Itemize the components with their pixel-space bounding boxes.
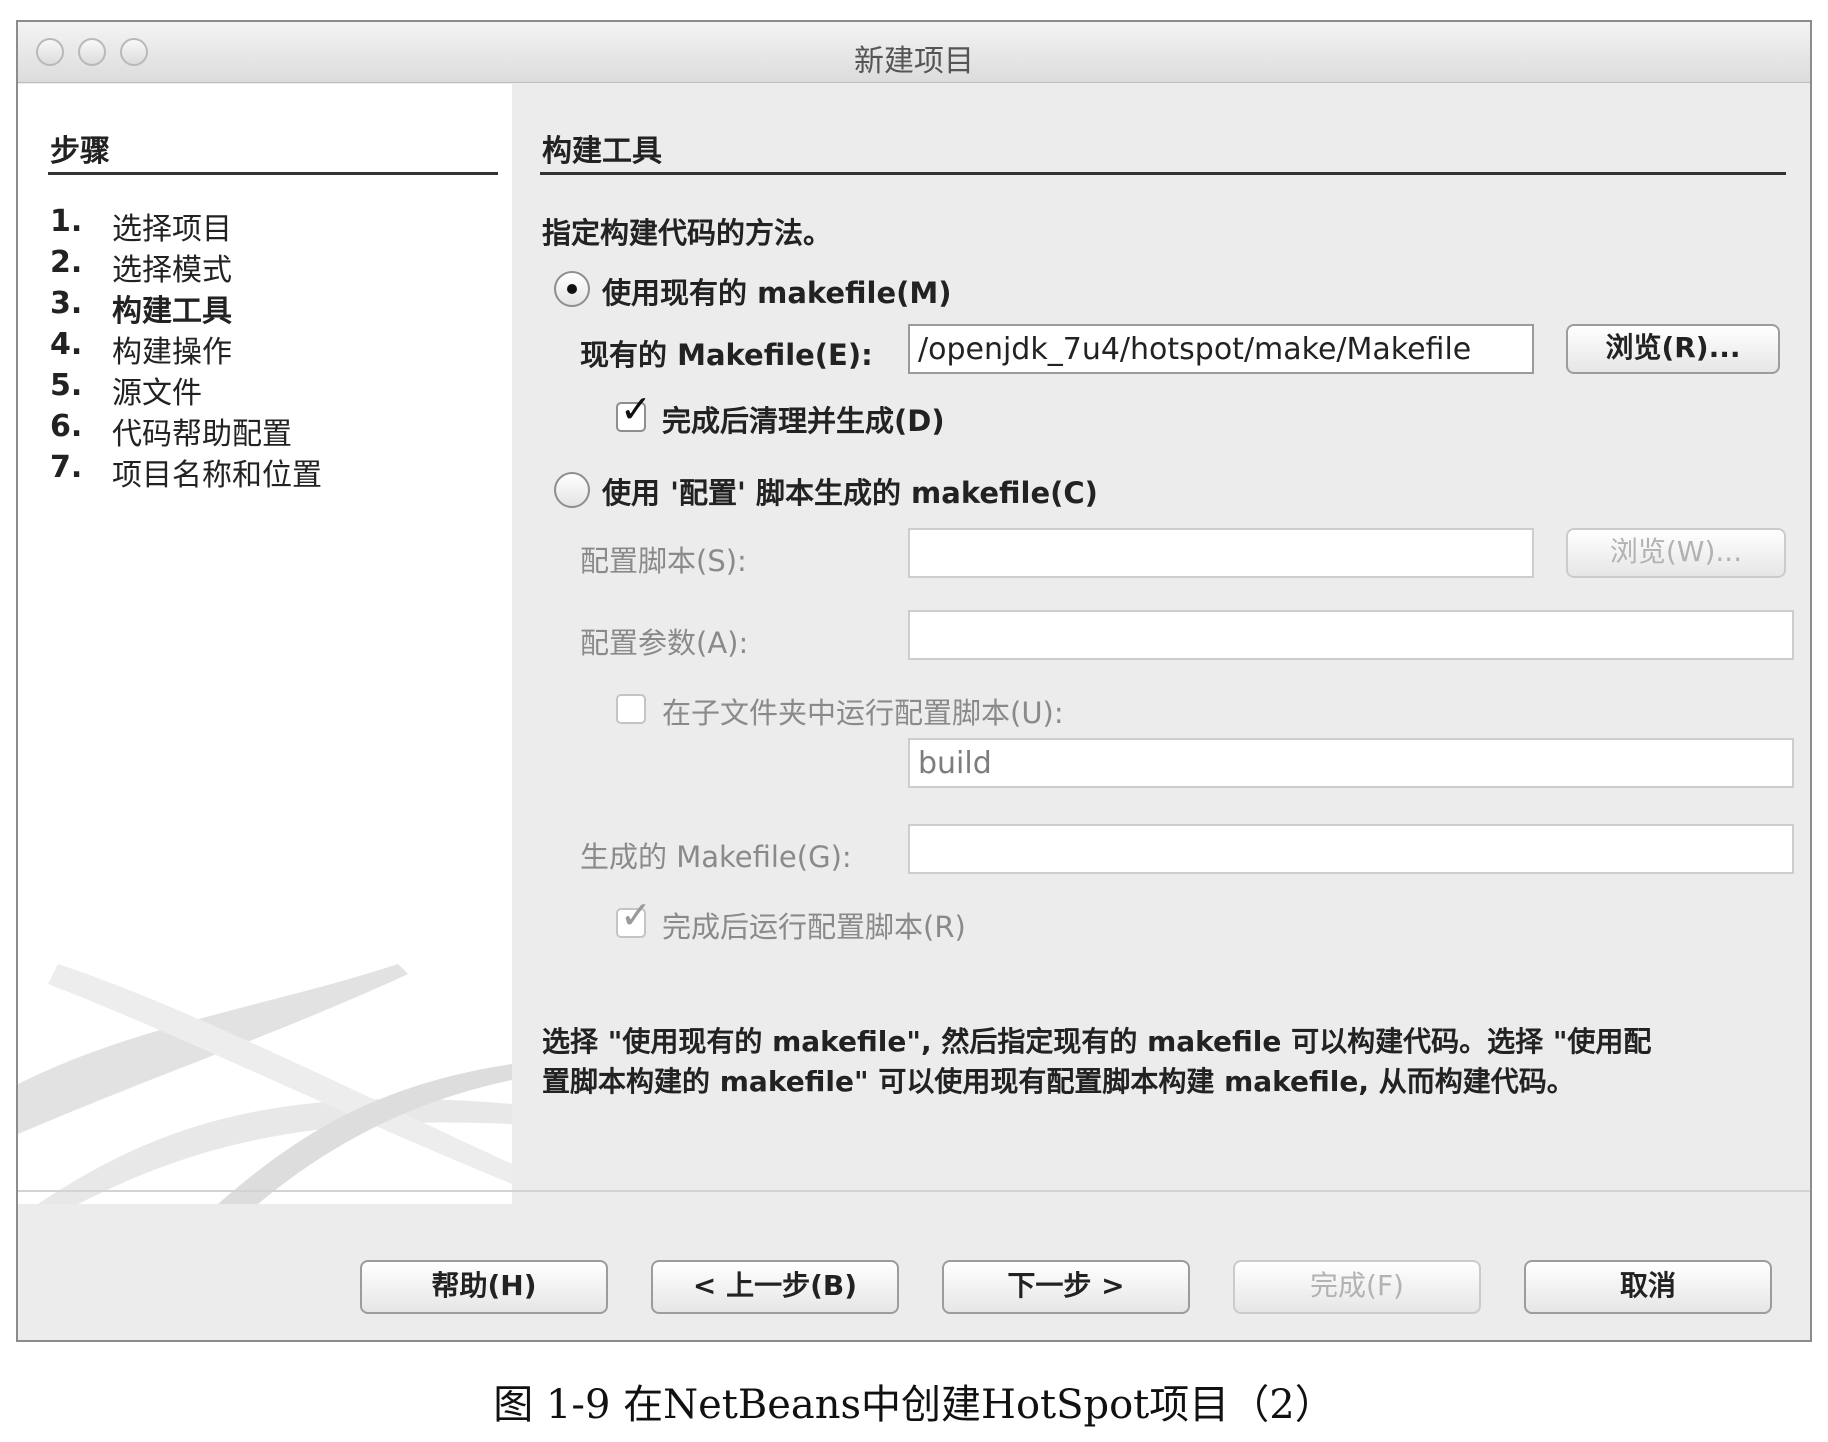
footer-divider	[18, 1190, 1810, 1192]
step-number: 4.	[50, 327, 83, 362]
run-configure-label: 完成后运行配置脚本(R)	[662, 910, 966, 944]
radio-selected-dot	[567, 284, 577, 294]
checkmark-icon: ✓	[620, 387, 652, 431]
help-button[interactable]: 帮助(H)	[360, 1260, 608, 1314]
step-label: 源文件	[112, 376, 202, 411]
step-number: 2.	[50, 245, 83, 280]
existing-makefile-label: 现有的 Makefile(E):	[580, 338, 873, 372]
generated-makefile-label: 生成的 Makefile(G):	[580, 840, 852, 874]
description-line-2: 置脚本构建的 makefile" 可以使用现有配置脚本构建 makefile, …	[542, 1065, 1575, 1098]
use-existing-makefile-radio[interactable]	[554, 271, 590, 307]
panel-divider	[540, 172, 1786, 175]
step-number: 1.	[50, 204, 83, 239]
description-line-1: 选择 "使用现有的 makefile", 然后指定现有的 makefile 可以…	[542, 1025, 1652, 1058]
new-project-dialog: 新建项目 步骤 1. 选择项目 2. 选择模式 3. 构建工具 4. 构建操作 5. 源文…	[16, 20, 1812, 1342]
step-label: 选择项目	[112, 212, 232, 247]
step-number: 6.	[50, 409, 83, 444]
step-number: 7.	[50, 450, 83, 485]
panel-title: 构建工具	[542, 134, 662, 169]
run-configure-checkbox[interactable]: ✓	[616, 896, 652, 938]
subfolder-field[interactable]: build	[908, 738, 1794, 788]
step-item-current: 3. 构建工具	[50, 286, 322, 329]
configure-script-label: 配置脚本(S):	[580, 544, 747, 578]
figure-caption: 图 1-9 在NetBeans中创建HotSpot项目（2）	[493, 1382, 1335, 1428]
step-item: 2. 选择模式	[50, 245, 322, 288]
clean-build-label: 完成后清理并生成(D)	[662, 404, 945, 438]
step-label: 项目名称和位置	[112, 458, 322, 493]
configure-args-label: 配置参数(A):	[580, 626, 749, 660]
step-number: 3.	[50, 286, 83, 321]
configure-args-field[interactable]	[908, 610, 1794, 660]
checkmark-icon: ✓	[620, 893, 652, 937]
step-number: 5.	[50, 368, 83, 403]
step-item: 6. 代码帮助配置	[50, 409, 322, 452]
steps-list: 1. 选择项目 2. 选择模式 3. 构建工具 4. 构建操作 5. 源文件 6. 代码帮助…	[50, 204, 322, 493]
use-configure-script-radio[interactable]	[554, 472, 590, 508]
run-in-subfolder-checkbox[interactable]	[616, 694, 646, 724]
run-in-subfolder-label: 在子文件夹中运行配置脚本(U):	[662, 696, 1064, 730]
step-item: 7. 项目名称和位置	[50, 450, 322, 493]
cancel-button[interactable]: 取消	[1524, 1260, 1772, 1314]
browse-script-button[interactable]: 浏览(W)...	[1566, 528, 1786, 578]
build-tool-panel: 构建工具 指定构建代码的方法。 使用现有的 makefile(M) 现有的 Ma…	[512, 84, 1810, 1204]
back-button[interactable]: < 上一步(B)	[651, 1260, 899, 1314]
clean-build-checkbox[interactable]: ✓	[616, 390, 652, 432]
step-label: 构建操作	[112, 335, 232, 370]
step-label: 代码帮助配置	[112, 417, 292, 452]
browse-makefile-button[interactable]: 浏览(R)...	[1566, 324, 1780, 374]
instruction-text: 指定构建代码的方法。	[542, 216, 833, 250]
step-item: 1. 选择项目	[50, 204, 322, 247]
steps-heading: 步骤	[50, 134, 110, 169]
window-title: 新建项目	[854, 44, 974, 79]
step-label: 选择模式	[112, 253, 232, 288]
next-button[interactable]: 下一步 >	[942, 1260, 1190, 1314]
finish-button[interactable]: 完成(F)	[1233, 1260, 1481, 1314]
generated-makefile-field[interactable]	[908, 824, 1794, 874]
existing-makefile-field[interactable]: /openjdk_7u4/hotspot/make/Makefile	[908, 324, 1534, 374]
steps-divider	[48, 172, 498, 175]
steps-sidebar: 步骤 1. 选择项目 2. 选择模式 3. 构建工具 4. 构建操作 5. 源文件 6. 代…	[18, 84, 512, 1204]
title-bar: 新建项目	[18, 22, 1810, 83]
netbeans-swoosh-graphic	[18, 964, 512, 1204]
configure-script-field[interactable]	[908, 528, 1534, 578]
use-existing-makefile-label: 使用现有的 makefile(M)	[602, 276, 952, 310]
step-item: 4. 构建操作	[50, 327, 322, 370]
step-item: 5. 源文件	[50, 368, 322, 411]
use-configure-script-label: 使用 '配置' 脚本生成的 makefile(C)	[602, 476, 1098, 510]
step-label: 构建工具	[112, 294, 232, 329]
